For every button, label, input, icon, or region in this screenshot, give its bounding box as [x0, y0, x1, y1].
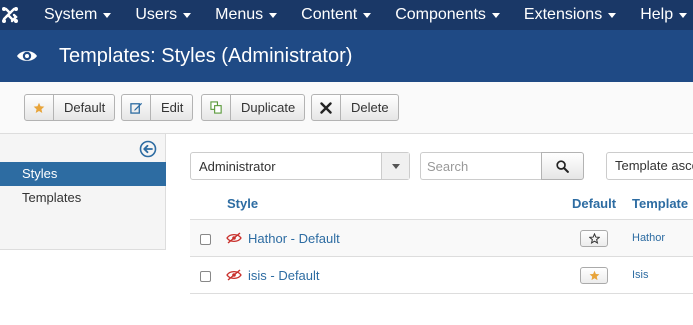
- search-icon: [556, 159, 569, 173]
- caret-down-icon: [103, 12, 112, 18]
- star-outline-icon: [588, 233, 600, 244]
- menu-label: Users: [135, 6, 178, 23]
- copy-icon: [202, 95, 231, 120]
- sidebar: Styles Templates: [0, 134, 166, 250]
- caret-down-icon: [269, 12, 278, 18]
- delete-button-label: Delete: [351, 100, 389, 115]
- caret-down-icon: [608, 12, 617, 18]
- page-title: Templates: Styles (Administrator): [59, 44, 353, 67]
- sidebar-item-styles[interactable]: Styles: [0, 162, 166, 186]
- row-checkbox[interactable]: [200, 271, 211, 282]
- edit-icon: [122, 95, 151, 120]
- hidden-eye-icon: [226, 268, 242, 286]
- eye-icon: [16, 48, 56, 64]
- default-button-label: Default: [64, 100, 106, 115]
- main-menu: System Users Menus Content Components Ex…: [20, 0, 693, 30]
- menu-extensions[interactable]: Extensions: [524, 0, 626, 30]
- chevron-down-icon: [381, 153, 409, 179]
- template-link[interactable]: Isis: [632, 269, 649, 281]
- default-button[interactable]: Default: [24, 94, 116, 121]
- client-select[interactable]: Administrator: [190, 152, 410, 180]
- top-navbar: System Users Menus Content Components Ex…: [0, 0, 693, 30]
- style-link[interactable]: isis - Default: [248, 268, 320, 283]
- duplicate-button-label: Duplicate: [241, 100, 296, 115]
- menu-components[interactable]: Components: [395, 0, 510, 30]
- menu-system[interactable]: System: [44, 0, 121, 30]
- template-link[interactable]: Hathor: [632, 232, 665, 244]
- star-icon: [25, 95, 54, 120]
- style-link[interactable]: Hathor - Default: [248, 231, 340, 246]
- caret-down-icon: [363, 12, 372, 18]
- title-bar: Templates: Styles (Administrator): [0, 30, 693, 82]
- menu-label: Content: [301, 6, 358, 23]
- joomla-logo-icon[interactable]: [0, 0, 20, 30]
- table-row: Hathor - Default Hathor: [190, 220, 693, 257]
- duplicate-button[interactable]: Duplicate: [201, 94, 306, 121]
- client-select-value: Administrator: [199, 158, 276, 174]
- default-star-button[interactable]: [580, 267, 608, 284]
- menu-content[interactable]: Content: [301, 0, 381, 30]
- menu-label: Extensions: [523, 6, 603, 23]
- close-icon: [312, 95, 341, 120]
- sort-select[interactable]: Template ascending: [606, 152, 693, 180]
- search-input[interactable]: [420, 152, 542, 180]
- caret-down-icon: [679, 12, 688, 18]
- menu-users[interactable]: Users: [135, 0, 201, 30]
- caret-down-icon: [183, 12, 192, 18]
- sidebar-item-templates[interactable]: Templates: [0, 186, 166, 210]
- menu-label: Menus: [215, 6, 264, 23]
- column-header-template[interactable]: Template: [632, 196, 688, 211]
- menu-label: System: [44, 6, 98, 23]
- row-checkbox[interactable]: [200, 234, 211, 245]
- menu-label: Components: [395, 6, 486, 23]
- table-row: isis - Default Isis: [190, 257, 693, 294]
- search-button[interactable]: [541, 152, 584, 180]
- collapse-sidebar-icon[interactable]: [139, 140, 157, 158]
- caret-down-icon: [491, 12, 500, 18]
- menu-help[interactable]: Help: [640, 0, 693, 30]
- hidden-eye-icon: [226, 231, 242, 249]
- set-default-button[interactable]: [580, 230, 608, 247]
- menu-menus[interactable]: Menus: [215, 0, 287, 30]
- delete-button[interactable]: Delete: [311, 94, 399, 121]
- toolbar: Default Edit Duplicate Delete: [0, 82, 693, 134]
- edit-button[interactable]: Edit: [121, 94, 194, 121]
- column-header-style[interactable]: Style: [227, 196, 258, 211]
- star-icon: [589, 270, 599, 281]
- column-header-default[interactable]: Default: [572, 196, 616, 211]
- edit-button-label: Edit: [161, 100, 184, 115]
- menu-label: Help: [640, 6, 674, 23]
